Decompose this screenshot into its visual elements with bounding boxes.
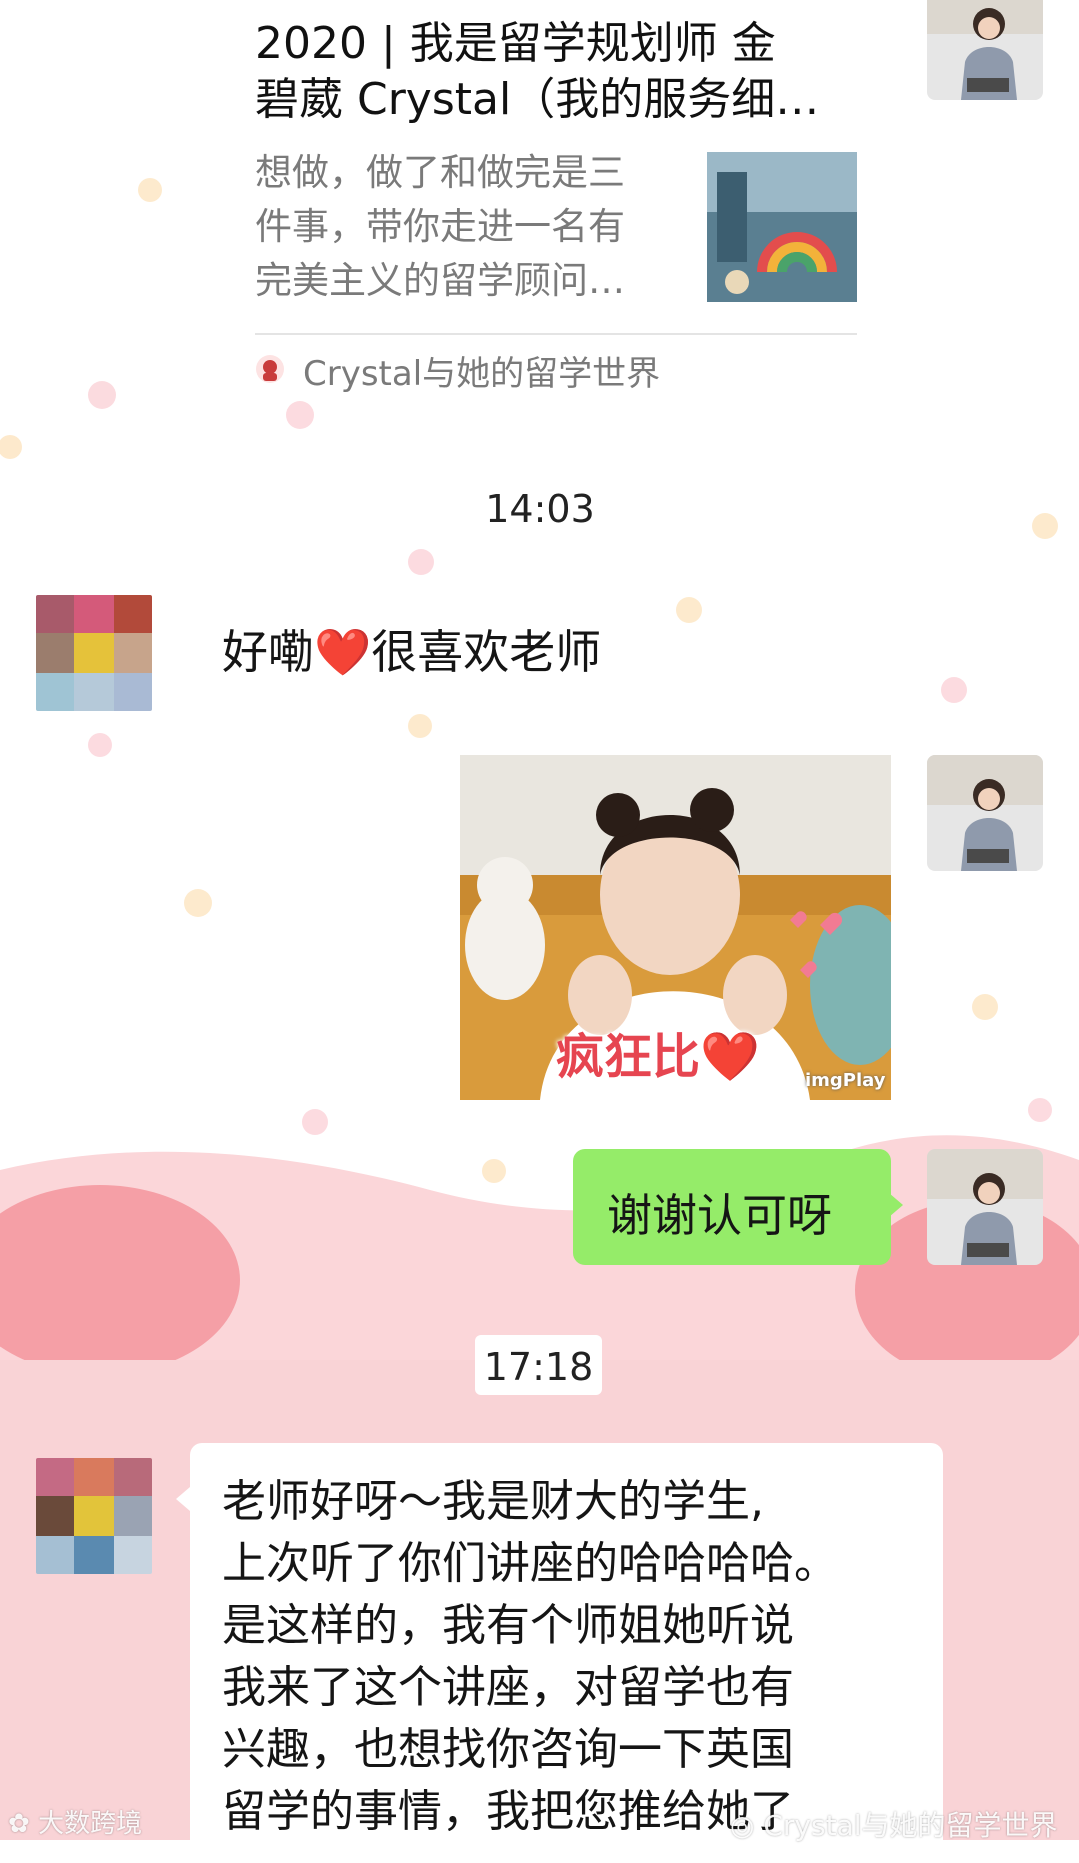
- contact-avatar[interactable]: [36, 1458, 152, 1574]
- my-avatar[interactable]: [927, 0, 1043, 100]
- received-message-bubble[interactable]: 老师好呀～我是财大的学生, 上次听了你们讲座的哈哈哈哈。 是这样的，我有个师姐她…: [176, 1443, 943, 1863]
- article-description: 想做，做了和做完是三 件事，带你走进一名有 完美主义的留学顾问…: [255, 151, 625, 302]
- timestamp: 17:18: [483, 1345, 594, 1389]
- bubble-tail: [176, 1487, 190, 1511]
- received-message-text: 好嘞❤️很喜欢老师: [222, 625, 602, 679]
- sent-message-bubble[interactable]: 谢谢认可呀: [573, 1149, 903, 1265]
- watermark-left: ✿ 大数跨境: [8, 1809, 143, 1839]
- my-avatar[interactable]: [927, 1149, 1043, 1265]
- contact-avatar[interactable]: [36, 595, 152, 711]
- sticker-brand: imgPlay: [805, 1070, 886, 1091]
- timestamp: 14:03: [485, 487, 595, 531]
- article-source: Crystal与她的留学世界: [303, 354, 661, 394]
- sticker-caption: 疯狂比❤️: [556, 1029, 760, 1085]
- watermark-logo-icon: ✿: [8, 1809, 39, 1839]
- shared-article-card[interactable]: 2020 | 我是留学规划师 金 碧葳 Crystal（我的服务细… 想做，做了…: [231, 0, 885, 400]
- sent-sticker-image[interactable]: 疯狂比❤️ imgPlay: [460, 755, 891, 1100]
- received-message-text: 老师好呀～我是财大的学生, 上次听了你们讲座的哈哈哈哈。 是这样的，我有个师姐她…: [222, 1476, 838, 1837]
- source-account-icon: [256, 355, 284, 383]
- sent-message-text: 谢谢认可呀: [607, 1189, 833, 1242]
- watermark-right: ◎ Crystal与她的留学世界: [730, 1809, 1058, 1842]
- timestamp-pill: 17:18: [475, 1335, 602, 1395]
- article-thumbnail: [707, 152, 857, 302]
- article-divider: [255, 333, 857, 335]
- wechat-icon: ◎: [730, 1809, 764, 1842]
- my-avatar[interactable]: [927, 755, 1043, 871]
- article-title: 2020 | 我是留学规划师 金 碧葳 Crystal（我的服务细…: [255, 18, 820, 125]
- bubble-tail: [889, 1193, 903, 1217]
